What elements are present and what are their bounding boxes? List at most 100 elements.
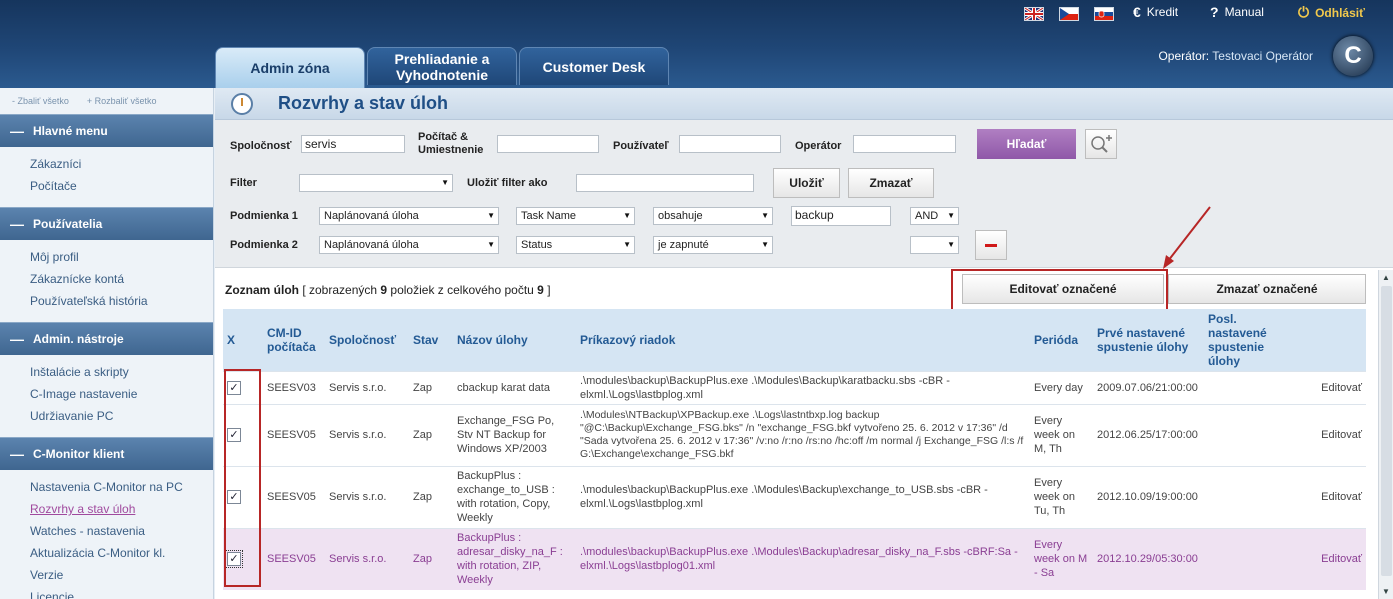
- sidebar-item-versions[interactable]: Verzie: [30, 564, 213, 586]
- main-tabs: Admin zóna Prehliadanie a Vyhodnotenie C…: [215, 47, 669, 88]
- search-button[interactable]: Hľadať: [977, 129, 1076, 159]
- slovak-flag-icon-art: [1095, 8, 1113, 20]
- top-bar: € Kredit ? Manual ⏻ Odhlásiť Operátor: Test…: [0, 0, 1393, 88]
- expand-all-link[interactable]: + Rozbaliť všetko: [87, 96, 157, 114]
- uk-flag-icon-art: [1024, 6, 1044, 22]
- sidebar-section-admin-tools[interactable]: — Admin. nástroje: [0, 322, 213, 355]
- tab-label: Customer Desk: [542, 58, 646, 75]
- scroll-up-icon[interactable]: ▲: [1382, 273, 1390, 282]
- filter-select[interactable]: [299, 174, 453, 192]
- sidebar-item-update-client[interactable]: Aktualizácia C-Monitor kl.: [30, 542, 213, 564]
- cell-last-run: [1204, 465, 1300, 528]
- company-label: Spoločnosť: [230, 140, 292, 152]
- condition2-join-select[interactable]: [910, 236, 959, 254]
- sidebar-item-c-monitor-settings[interactable]: Nastavenia C-Monitor na PC: [30, 476, 213, 498]
- uk-flag-icon[interactable]: [1024, 6, 1044, 22]
- operator-input[interactable]: [853, 135, 956, 153]
- delete-selected-button[interactable]: Zmazať označené: [1168, 274, 1366, 304]
- tab-browsing-evaluation[interactable]: Prehliadanie a Vyhodnotenie: [367, 47, 517, 85]
- cell-first-run: 2012.10.29/05:30:00: [1093, 527, 1204, 590]
- credit-link[interactable]: € Kredit: [1133, 4, 1178, 20]
- save-filter-input[interactable]: [576, 174, 754, 192]
- sidebar-section-main-menu[interactable]: — Hlavné menu: [0, 114, 213, 147]
- edit-row-link[interactable]: Editovať: [1300, 527, 1366, 590]
- cell-first-run: 2009.07.06/21:00:00: [1093, 370, 1204, 404]
- edit-selected-button[interactable]: Editovať označené: [962, 274, 1164, 304]
- task-list-title: Zoznam úloh: [225, 283, 299, 297]
- sidebar-item-watches[interactable]: Watches - nastavenia: [30, 520, 213, 542]
- logout-link[interactable]: ⏻ Odhlásiť: [1298, 4, 1365, 21]
- euro-icon: €: [1133, 4, 1141, 20]
- sidebar-item-customer-accounts[interactable]: Zákaznícke kontá: [30, 268, 213, 290]
- sidebar-item-c-image[interactable]: C-Image nastavenie: [30, 383, 213, 405]
- condition2-operator-select[interactable]: je zapnuté: [653, 236, 773, 254]
- remove-condition-button[interactable]: [975, 230, 1007, 260]
- header-first-run[interactable]: Prvé nastavené spustenie úlohy: [1093, 309, 1204, 371]
- header-task-name[interactable]: Názov úlohy: [453, 309, 576, 371]
- condition2-field-select[interactable]: Naplánovaná úloha: [319, 236, 499, 254]
- clock-icon: [231, 92, 253, 115]
- header-cm-id[interactable]: CM-ID počítača: [263, 309, 325, 371]
- help-icon: ?: [1210, 4, 1219, 20]
- sidebar-item-my-profile[interactable]: Môj profil: [30, 246, 213, 268]
- cell-company: Servis s.r.o.: [325, 403, 409, 466]
- section-title: C-Monitor klient: [33, 447, 125, 461]
- task-table: X CM-ID počítača Spoločnosť Stav Názov ú…: [223, 309, 1366, 590]
- condition1-join-select[interactable]: AND: [910, 207, 959, 225]
- slovak-flag-icon[interactable]: [1094, 7, 1114, 21]
- condition1-attribute-select[interactable]: Task Name: [516, 207, 635, 225]
- sidebar-item-user-history[interactable]: Používateľská história: [30, 290, 213, 312]
- sidebar-section-users[interactable]: — Používatelia: [0, 207, 213, 240]
- cell-period: Every week on M, Th: [1030, 403, 1093, 466]
- vertical-scrollbar[interactable]: ▲ ▼: [1378, 270, 1393, 599]
- section-title: Hlavné menu: [33, 124, 108, 138]
- header-x[interactable]: X: [223, 309, 263, 371]
- sidebar-item-pc-maintenance[interactable]: Udržiavanie PC: [30, 405, 213, 427]
- highlight-box-checkboxes: [224, 369, 261, 587]
- sidebar-section-c-monitor[interactable]: — C-Monitor klient: [0, 437, 213, 470]
- header-command-line[interactable]: Príkazový riadok: [576, 309, 1030, 371]
- save-filter-button[interactable]: Uložiť: [773, 168, 840, 198]
- header-company[interactable]: Spoločnosť: [325, 309, 409, 371]
- edit-row-link[interactable]: Editovať: [1300, 403, 1366, 466]
- sidebar-item-schedules[interactable]: Rozvrhy a stav úloh: [30, 498, 213, 520]
- computer-input[interactable]: [497, 135, 599, 153]
- c-monitor-logo: C: [1333, 36, 1373, 76]
- sidebar-item-installs-scripts[interactable]: Inštalácie a skripty: [30, 361, 213, 383]
- condition2-attribute-select[interactable]: Status: [516, 236, 635, 254]
- annotation-arrow: [1163, 206, 1211, 269]
- company-input[interactable]: servis: [301, 135, 405, 153]
- edit-row-link[interactable]: Editovať: [1300, 370, 1366, 404]
- cell-last-run: [1204, 370, 1300, 404]
- sidebar-item-computers[interactable]: Počítače: [30, 175, 213, 197]
- table-row: ✓ SEESV05 Servis s.r.o. Zap BackupPlus :…: [223, 465, 1366, 528]
- condition1-field-select[interactable]: Naplánovaná úloha: [319, 207, 499, 225]
- table-row: ✓ SEESV03 Servis s.r.o. Zap cbackup kara…: [223, 370, 1366, 404]
- cell-period: Every week on Tu, Th: [1030, 465, 1093, 528]
- sidebar-item-customers[interactable]: Zákazníci: [30, 153, 213, 175]
- tab-customer-desk[interactable]: Customer Desk: [519, 47, 669, 85]
- cell-command-line: .\Modules\NTBackup\XPBackup.exe .\Logs\l…: [576, 403, 1030, 466]
- condition1-value-input[interactable]: backup: [791, 206, 891, 226]
- task-list-header: Zoznam úloh [ zobrazených 9 položiek z c…: [225, 283, 551, 297]
- user-input[interactable]: [679, 135, 781, 153]
- cell-first-run: 2012.10.09/19:00:00: [1093, 465, 1204, 528]
- advanced-search-button[interactable]: [1085, 129, 1117, 159]
- section-title: Admin. nástroje: [33, 332, 124, 346]
- tab-admin-zone[interactable]: Admin zóna: [215, 47, 365, 88]
- czech-flag-icon[interactable]: [1059, 7, 1079, 21]
- scrollbar-thumb[interactable]: [1381, 286, 1392, 576]
- manual-link[interactable]: ? Manual: [1210, 4, 1264, 20]
- edit-row-link[interactable]: Editovať: [1300, 465, 1366, 528]
- sidebar-item-licenses[interactable]: Licencie: [30, 586, 213, 599]
- header-state[interactable]: Stav: [409, 309, 453, 371]
- header-period[interactable]: Perióda: [1030, 309, 1093, 371]
- delete-filter-button[interactable]: Zmazať: [848, 168, 934, 198]
- scroll-down-icon[interactable]: ▼: [1382, 587, 1390, 596]
- collapse-icon: —: [10, 331, 24, 347]
- section-title: Používatelia: [33, 217, 103, 231]
- header-last-run[interactable]: Posl. nastavené spustenie úlohy: [1204, 309, 1300, 371]
- collapse-all-link[interactable]: - Zbaliť všetko: [12, 96, 69, 114]
- cell-last-run: [1204, 403, 1300, 466]
- condition1-operator-select[interactable]: obsahuje: [653, 207, 773, 225]
